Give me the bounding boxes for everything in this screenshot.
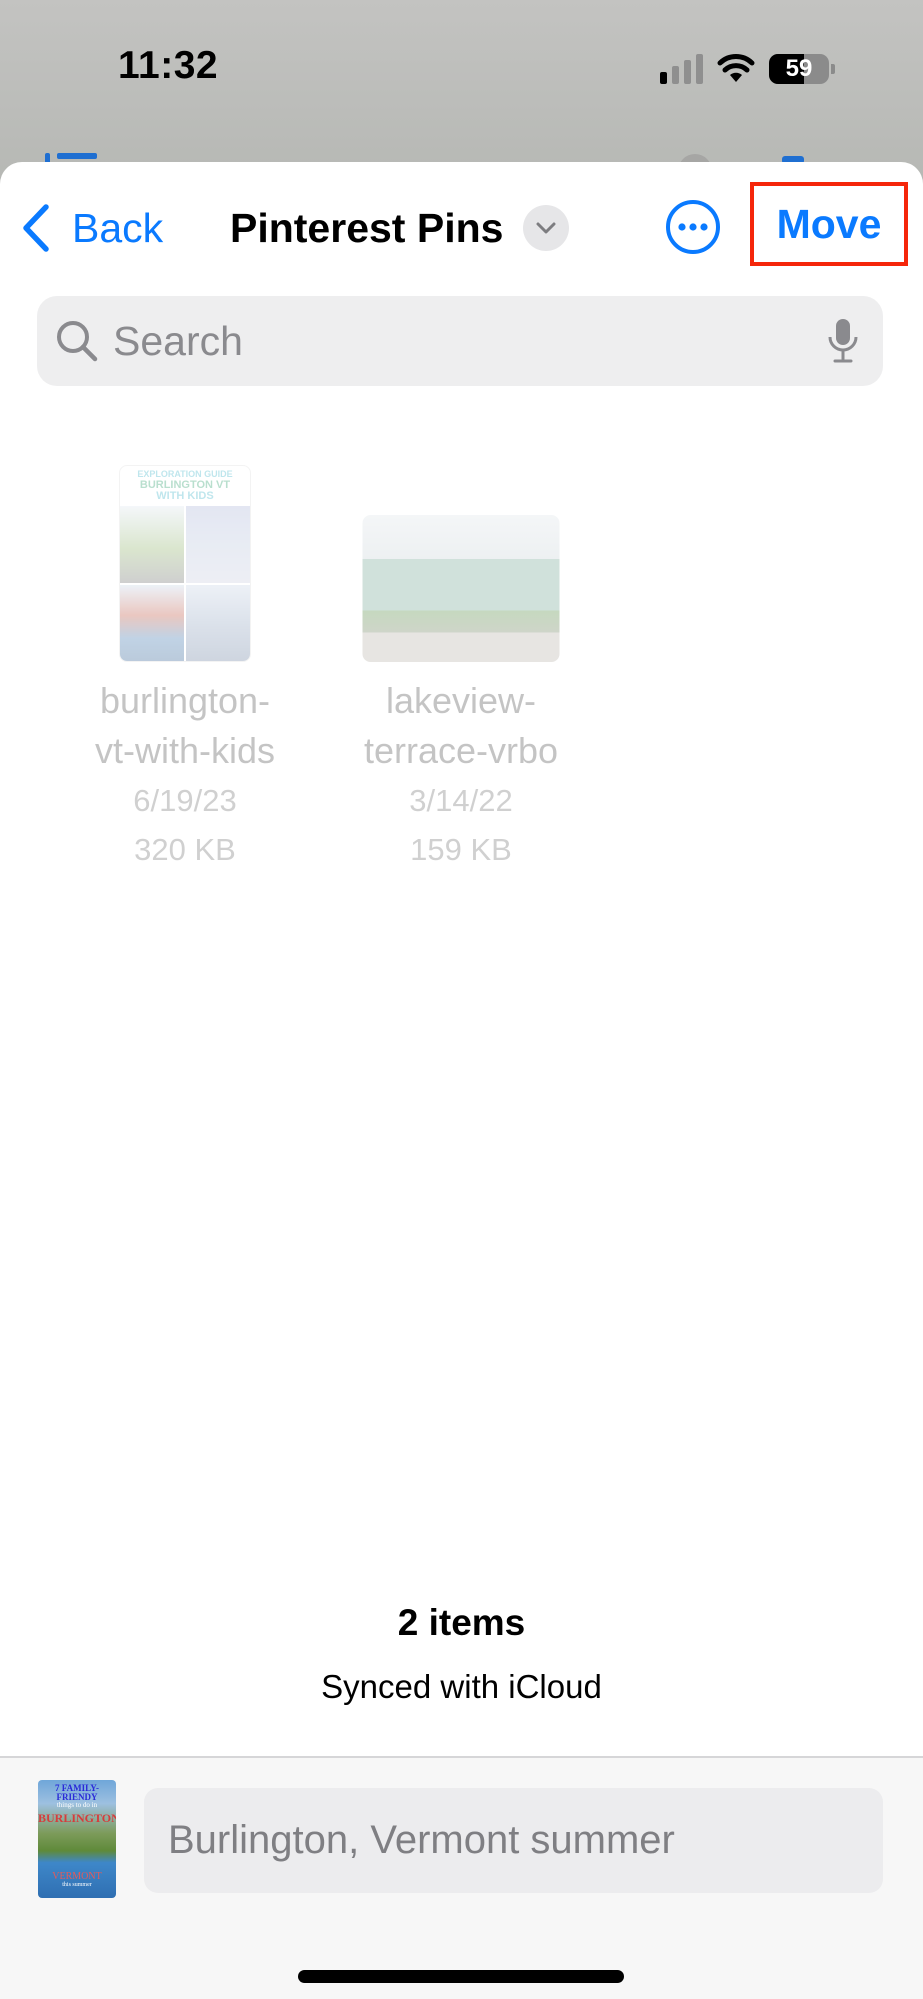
file-name-line: vt-with-kids [94, 730, 276, 771]
thumb-text: WITH KIDS [156, 490, 214, 502]
file-name: burlington- vt-with-kids [70, 676, 300, 776]
file-thumbnail: EXPLORATION GUIDE BURLINGTON VT WITH KID… [119, 465, 251, 662]
back-button[interactable]: Back [18, 200, 163, 256]
search-icon [57, 321, 98, 362]
status-time: 11:32 [118, 44, 219, 87]
pin-thumb-text: 7 FAMILY-FRIENDY [55, 1783, 99, 1802]
pin-thumb-text: VERMONT [52, 1871, 102, 1882]
move-sheet: Back Pinterest Pins Move Search EXPLORAT… [0, 162, 923, 1999]
navigation-bar: Back Pinterest Pins Move [0, 162, 923, 292]
sync-status: Synced with iCloud [321, 1668, 602, 1705]
microphone-icon[interactable] [827, 317, 859, 365]
share-panel: 7 FAMILY-FRIENDY things to do in BURLING… [0, 1756, 923, 1999]
folder-title: Pinterest Pins [230, 204, 504, 251]
item-count: 2 items [397, 1602, 526, 1643]
search-placeholder: Search [113, 317, 243, 364]
pin-thumb-text: this summer [62, 1882, 92, 1888]
file-date: 3/14/22 [409, 783, 513, 818]
file-name-line: lakeview- [385, 680, 537, 721]
folder-title-group: Pinterest Pins [230, 198, 570, 258]
file-thumbnail [362, 515, 560, 662]
caption-input[interactable] [144, 1788, 883, 1893]
file-name-line: burlington- [99, 680, 271, 721]
file-size: 159 KB [410, 832, 512, 867]
file-item[interactable]: EXPLORATION GUIDE BURLINGTON VT WITH KID… [70, 442, 300, 874]
chevron-left-icon [23, 204, 49, 252]
file-item[interactable]: lakeview- terrace-vrbo 3/14/22 159 KB [346, 442, 576, 874]
file-date: 6/19/23 [133, 783, 237, 818]
cellular-signal-icon [660, 54, 703, 84]
folder-menu-button[interactable] [523, 205, 570, 251]
pin-thumb-text: things to do in [56, 1801, 98, 1809]
file-name: lakeview- terrace-vrbo [346, 676, 576, 776]
pin-thumb-text: BURLINGTON [38, 1811, 116, 1825]
chevron-down-icon [536, 222, 556, 234]
battery-percent: 59 [785, 55, 813, 82]
pin-thumbnail: 7 FAMILY-FRIENDY things to do in BURLING… [38, 1780, 116, 1898]
ellipsis-circle-icon[interactable] [665, 199, 721, 255]
file-size: 320 KB [134, 832, 236, 867]
battery-icon: 59 [769, 54, 829, 84]
status-icons: 59 [660, 52, 835, 86]
home-indicator[interactable] [298, 1970, 624, 1983]
back-label: Back [72, 204, 164, 251]
search-field[interactable]: Search [37, 296, 883, 386]
file-name-line: terrace-vrbo [363, 730, 559, 771]
move-button[interactable]: Move [750, 182, 908, 266]
wifi-icon [717, 54, 755, 82]
